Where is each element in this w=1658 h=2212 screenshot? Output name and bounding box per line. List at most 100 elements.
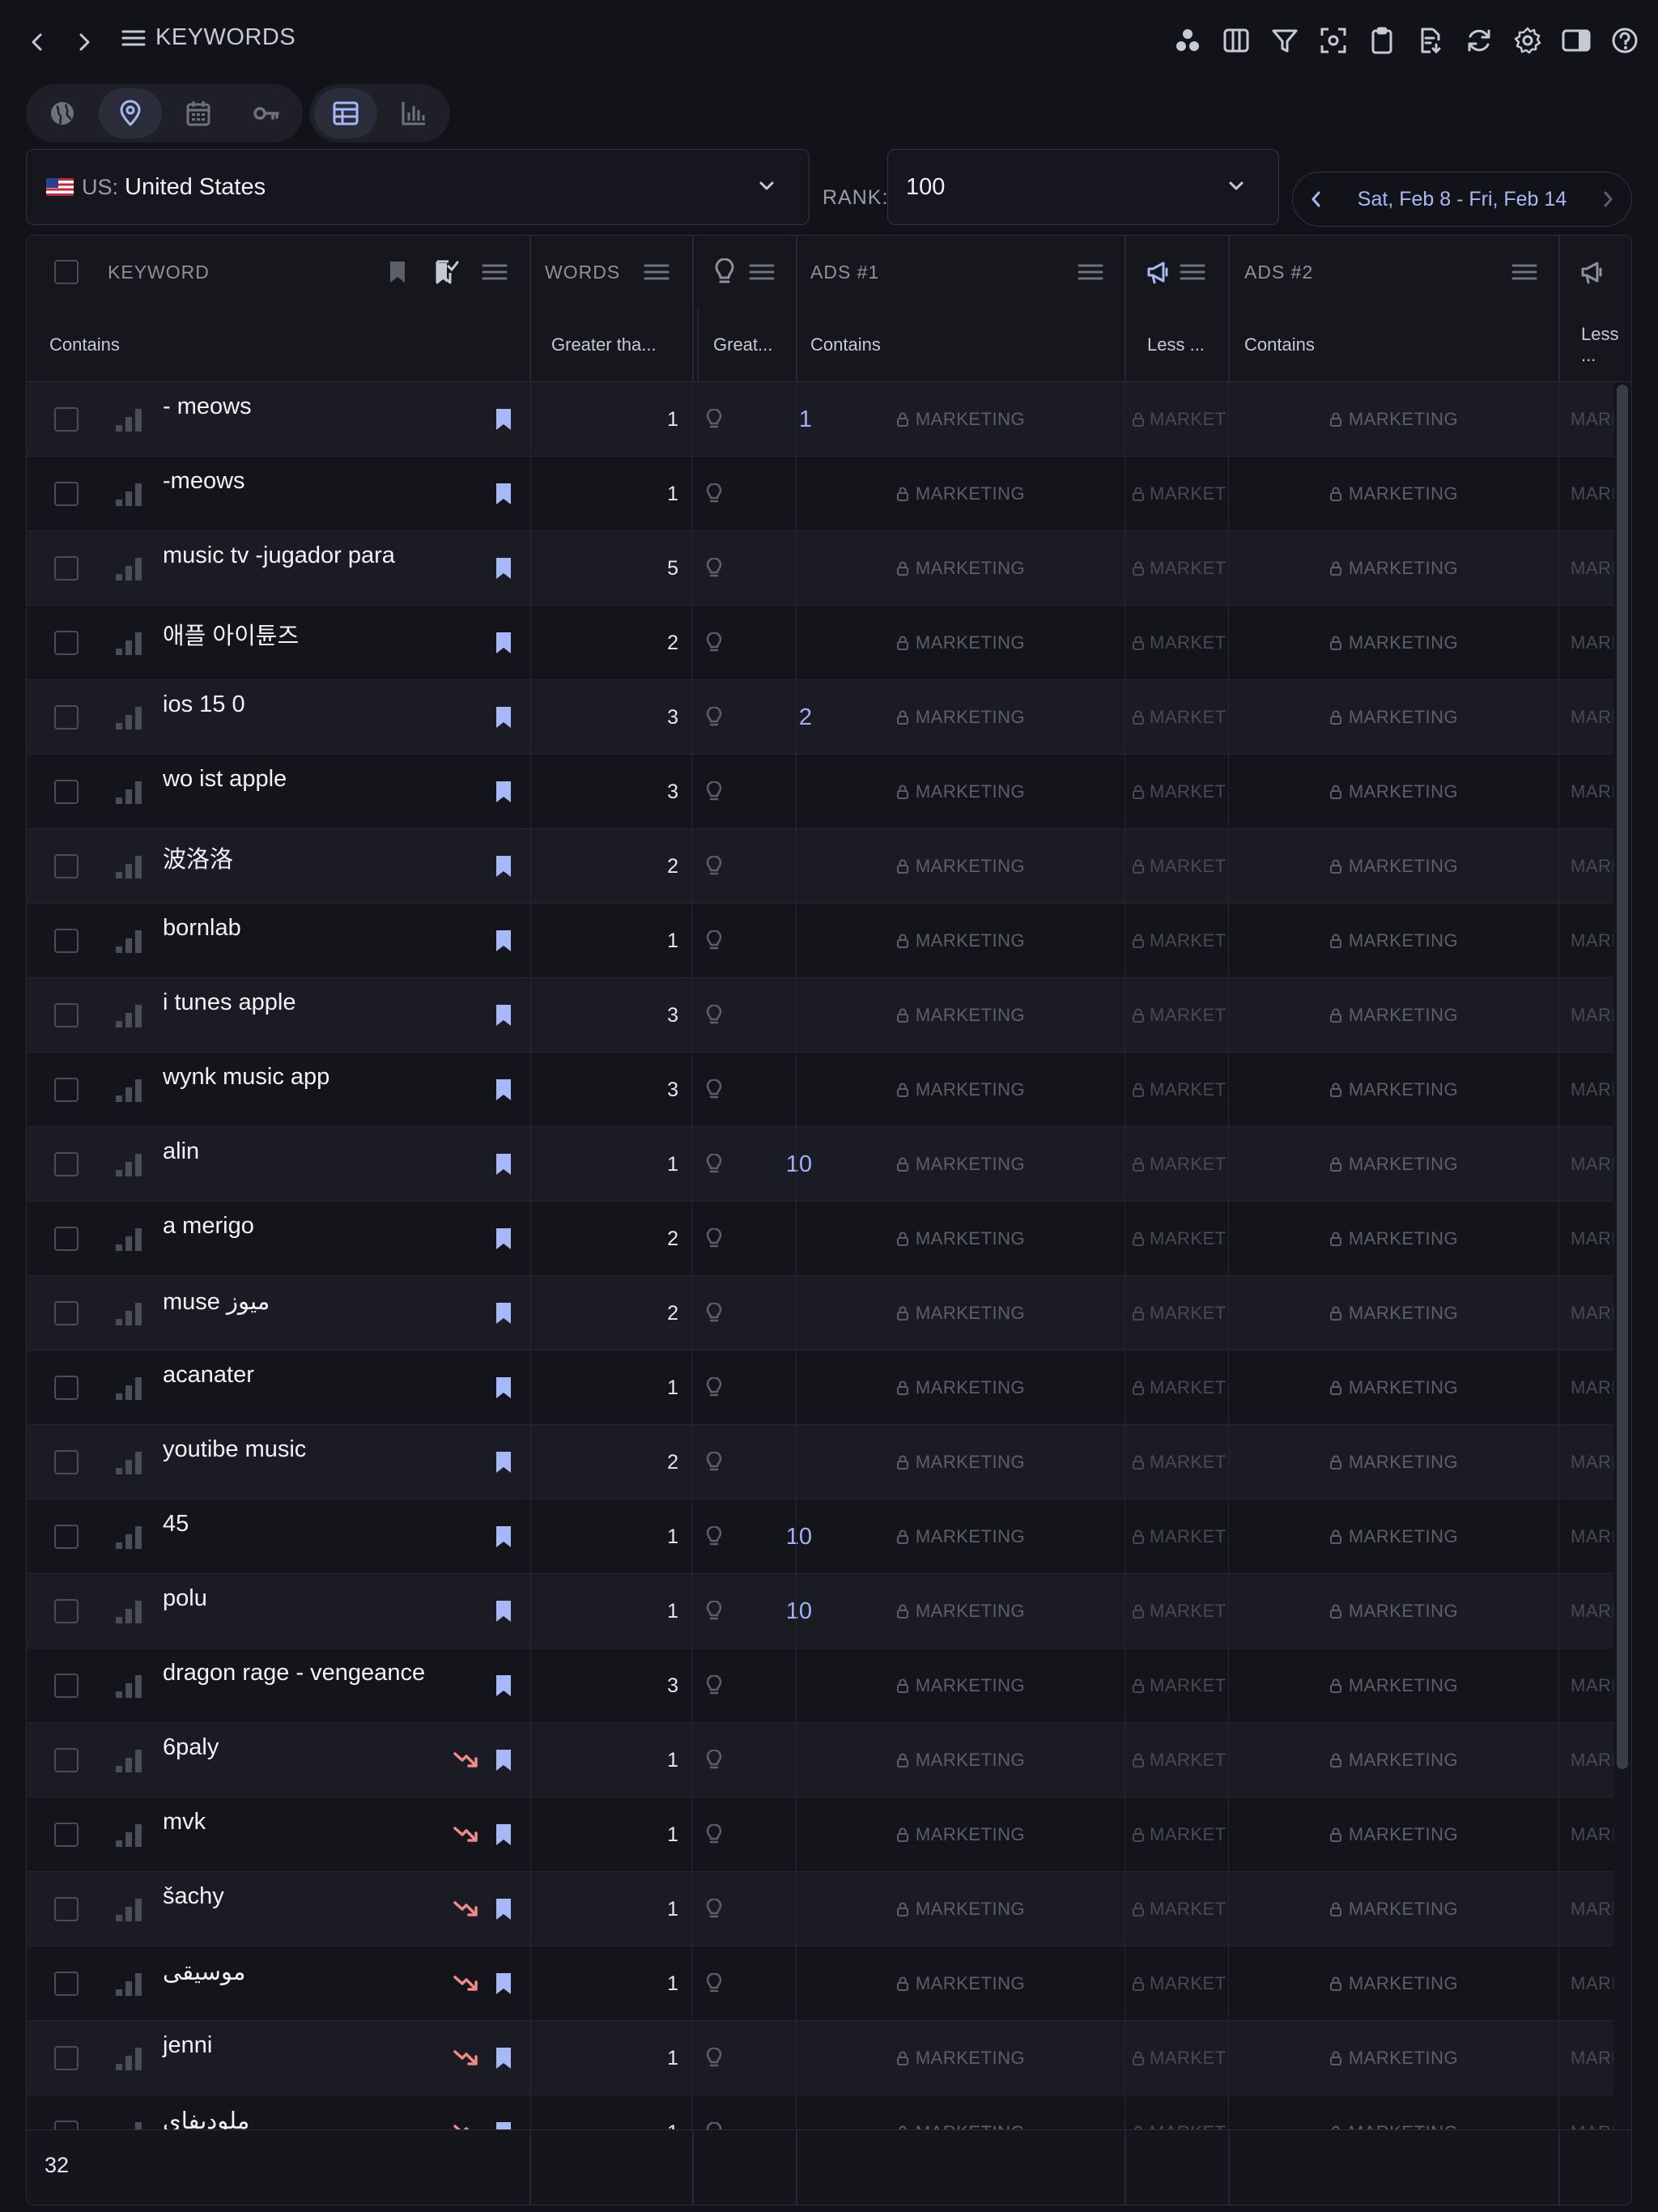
keyword-text[interactable]: ios 15 0 <box>163 691 245 718</box>
ads1-locked-cell[interactable]: MARKETING <box>796 680 1124 755</box>
row-checkbox[interactable] <box>54 1301 79 1325</box>
select-all-checkbox[interactable] <box>54 260 79 284</box>
bookmark-filter-icon[interactable] <box>388 236 407 308</box>
row-checkbox[interactable] <box>54 1003 79 1027</box>
ads2-locked-cell[interactable]: MARKETING <box>1228 1127 1558 1202</box>
ads2-locked-cell[interactable]: MARKETING <box>1228 457 1558 531</box>
ads1-locked-cell[interactable]: MARKETING <box>796 1797 1124 1872</box>
help-icon[interactable] <box>1608 21 1642 60</box>
date-range-text[interactable]: Sat, Feb 8 - Fri, Feb 14 <box>1358 188 1567 211</box>
ads1-locked-cell[interactable]: MARKETING <box>796 1351 1124 1425</box>
bookmark-check-icon[interactable] <box>435 236 459 308</box>
ads1-locked-cell[interactable]: MARKETING <box>796 978 1124 1053</box>
keyword-text[interactable]: polu <box>163 1585 207 1612</box>
ads1-extra-locked-cell[interactable]: MARKET <box>1124 1202 1228 1276</box>
ads2-extra-locked-cell[interactable]: MARI <box>1558 1872 1613 1946</box>
ads1-extra-locked-cell[interactable]: MARKET <box>1124 382 1228 457</box>
ads2-extra-locked-cell[interactable]: MARI <box>1558 1499 1613 1574</box>
ads1-locked-cell[interactable]: MARKETING <box>796 829 1124 904</box>
keyword-text[interactable]: a merigo <box>163 1213 254 1240</box>
row-checkbox[interactable] <box>54 780 79 804</box>
ads2-extra-locked-cell[interactable]: MARI <box>1558 1797 1613 1872</box>
row-checkbox[interactable] <box>54 1450 79 1474</box>
ads1-locked-cell[interactable]: MARKETING <box>796 2021 1124 2095</box>
ads1-extra-locked-cell[interactable]: MARKET <box>1124 1574 1228 1648</box>
table-row[interactable]: 45 1 10 MARKETING MARKET MARKETING MARI <box>27 1499 1613 1574</box>
row-checkbox[interactable] <box>54 705 79 730</box>
ads1-extra-locked-cell[interactable]: MARKET <box>1124 1648 1228 1723</box>
row-checkbox[interactable] <box>54 1674 79 1698</box>
bookmark-icon[interactable] <box>495 1797 512 1872</box>
table-row[interactable]: - meows 1 1 MARKETING MARKET MARKETING MARI <box>27 382 1613 457</box>
ads2-extra-locked-cell[interactable]: MARI <box>1558 382 1613 457</box>
table-row[interactable]: bornlab 1 MARKETING MARKET MARKETING MARI <box>27 904 1613 978</box>
ads2-locked-cell[interactable]: MARKETING <box>1228 1202 1558 1276</box>
vertical-scrollbar[interactable] <box>1617 385 1628 1769</box>
ads2-locked-cell[interactable]: MARKETING <box>1228 904 1558 978</box>
keyword-text[interactable]: 6paly <box>163 1734 219 1761</box>
ads1-extra-locked-cell[interactable]: MARKET <box>1124 904 1228 978</box>
ads1-extra-filter[interactable]: Less ... <box>1147 308 1205 381</box>
ads1-locked-cell[interactable]: MARKETING <box>796 1202 1124 1276</box>
column-header-ads1[interactable]: ADS #1 <box>810 236 879 308</box>
table-row[interactable]: a merigo 2 MARKETING MARKET MARKETING MARI <box>27 1202 1613 1276</box>
bookmark-icon[interactable] <box>495 382 512 457</box>
refresh-icon[interactable] <box>1462 21 1496 60</box>
ads2-locked-cell[interactable]: MARKETING <box>1228 680 1558 755</box>
keyword-text[interactable]: jenni <box>163 2032 212 2059</box>
ads1-locked-cell[interactable]: MARKETING <box>796 457 1124 531</box>
filter-icon[interactable] <box>1268 21 1302 60</box>
table-view-option[interactable] <box>314 88 377 138</box>
ads2-extra-locked-cell[interactable]: MARI <box>1558 1127 1613 1202</box>
table-row[interactable]: acanater 1 MARKETING MARKET MARKETING MARI <box>27 1351 1613 1425</box>
ads1-extra-locked-cell[interactable]: MARKET <box>1124 1872 1228 1946</box>
table-row[interactable]: 애플 아이튠즈 2 MARKETING MARKET MARKETING MARI <box>27 606 1613 680</box>
keyword-text[interactable]: youtibe music <box>163 1436 306 1463</box>
ads1-extra-locked-cell[interactable]: MARKET <box>1124 755 1228 829</box>
table-row[interactable]: wynk music app 3 MARKETING MARKET MARKETING M… <box>27 1053 1613 1127</box>
ads1-extra-column-menu-icon[interactable] <box>1180 236 1205 308</box>
row-checkbox[interactable] <box>54 1525 79 1549</box>
ads2-extra-locked-cell[interactable]: MARI <box>1558 1648 1613 1723</box>
ads1-extra-locked-cell[interactable]: MARKET <box>1124 1499 1228 1574</box>
keyword-text[interactable]: -meows <box>163 468 245 495</box>
ads2-locked-cell[interactable]: MARKETING <box>1228 1053 1558 1127</box>
next-week-button[interactable] <box>1599 189 1617 210</box>
keyword-column-menu-icon[interactable] <box>482 236 508 308</box>
ads1-locked-cell[interactable]: MARKETING <box>796 606 1124 680</box>
ads2-locked-cell[interactable]: MARKETING <box>1228 1797 1558 1872</box>
ads2-locked-cell[interactable]: MARKETING <box>1228 1723 1558 1797</box>
bookmark-icon[interactable] <box>495 457 512 531</box>
ads2-extra-locked-cell[interactable]: MARI <box>1558 1425 1613 1499</box>
ads2-extra-locked-cell[interactable]: MARI <box>1558 457 1613 531</box>
bookmark-icon[interactable] <box>495 1351 512 1425</box>
table-row[interactable]: موسیقی 1 MARKETING MARKET MARKETING MARI <box>27 1946 1613 2021</box>
ads2-extra-locked-cell[interactable]: MARI <box>1558 1946 1613 2021</box>
bookmark-icon[interactable] <box>495 904 512 978</box>
column-header-score-lightbulb-icon[interactable] <box>713 236 736 308</box>
ads1-locked-cell[interactable]: MARKETING <box>796 1499 1124 1574</box>
ads1-extra-locked-cell[interactable]: MARKET <box>1124 1351 1228 1425</box>
row-checkbox[interactable] <box>54 1599 79 1623</box>
rank-select[interactable]: 100 <box>887 149 1279 225</box>
bookmark-icon[interactable] <box>495 1723 512 1797</box>
ads2-locked-cell[interactable]: MARKETING <box>1228 829 1558 904</box>
ads1-locked-cell[interactable]: MARKETING <box>796 1276 1124 1351</box>
table-row[interactable]: polu 1 10 MARKETING MARKET MARKETING MARI <box>27 1574 1613 1648</box>
table-row[interactable]: mvk 1 MARKETING MARKET MARKETING MARI <box>27 1797 1613 1872</box>
keyword-text[interactable]: alin <box>163 1138 199 1165</box>
bookmark-icon[interactable] <box>495 1499 512 1574</box>
ads2-extra-locked-cell[interactable]: MARI <box>1558 1574 1613 1648</box>
sidebar-toggle-icon[interactable] <box>1559 21 1593 60</box>
keyword-text[interactable]: bornlab <box>163 915 241 942</box>
focus-icon[interactable] <box>1316 21 1350 60</box>
ads1-locked-cell[interactable]: MARKETING <box>796 755 1124 829</box>
ads1-extra-locked-cell[interactable]: MARKET <box>1124 606 1228 680</box>
ads1-locked-cell[interactable]: MARKETING <box>796 1872 1124 1946</box>
ads2-megaphone-icon[interactable] <box>1579 236 1605 308</box>
keyword-text[interactable]: 波洛洛 <box>163 840 233 874</box>
ads1-megaphone-icon[interactable] <box>1146 236 1171 308</box>
ads1-filter[interactable]: Contains <box>810 308 881 381</box>
clipboard-icon[interactable] <box>1365 21 1399 60</box>
bookmark-icon[interactable] <box>495 1276 512 1351</box>
